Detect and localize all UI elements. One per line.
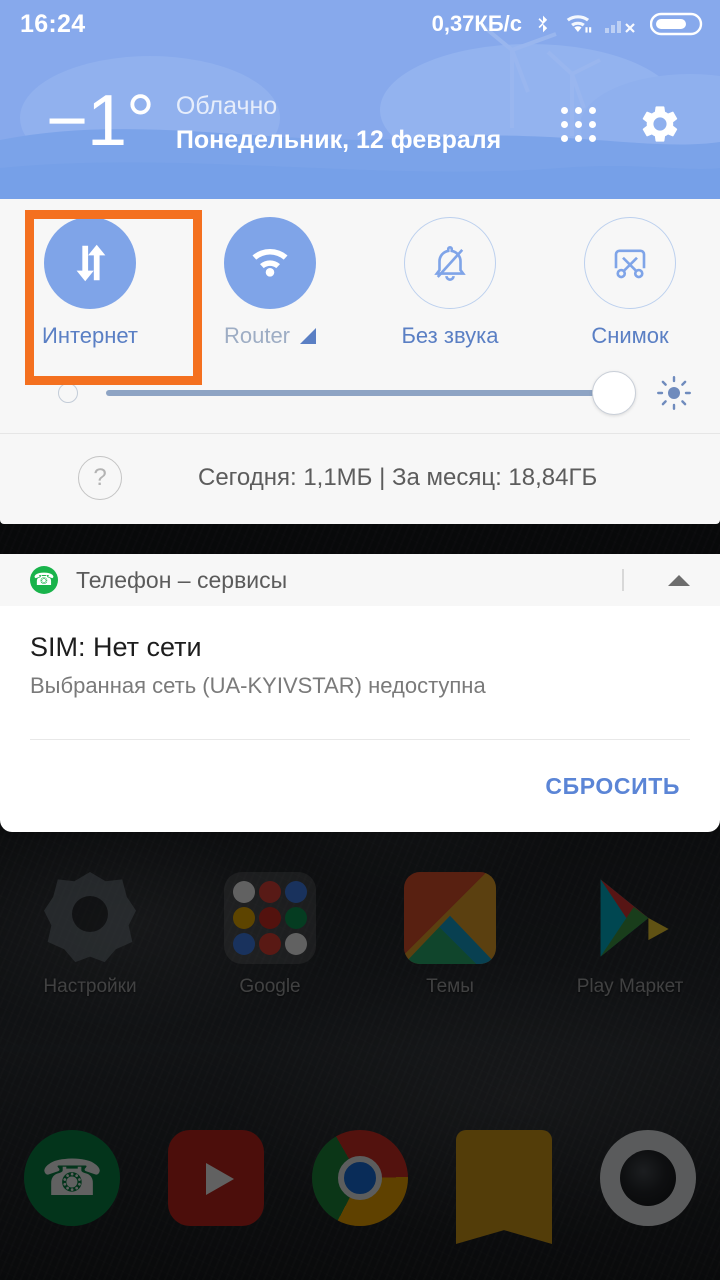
header-actions <box>561 102 682 146</box>
notification-app-name: Телефон – сервисы <box>76 566 288 593</box>
chevron-up-icon[interactable] <box>668 574 690 586</box>
brightness-slider-thumb[interactable] <box>592 371 636 415</box>
brightness-slider-row[interactable] <box>0 359 720 433</box>
reset-button[interactable]: СБРОСИТЬ <box>545 773 680 800</box>
wifi-icon <box>252 248 288 277</box>
quick-settings-tiles: Интернет Router Без звука Снимок <box>0 199 720 385</box>
bluetooth-icon <box>538 15 548 33</box>
weather-text-block: Облачно Понедельник, 12 февраля <box>176 90 561 158</box>
quick-settings-panel: Интернет Router Без звука Снимок ? Сегод… <box>0 199 720 524</box>
notification-card[interactable]: Телефон – сервисы SIM: Нет сети Выбранна… <box>0 554 720 832</box>
data-usage-text: Сегодня: 1,1МБ | За месяц: 18,84ГБ <box>198 464 598 491</box>
bell-off-icon <box>434 246 466 281</box>
data-transfer-arrows-icon <box>76 244 106 282</box>
weather-temperature: −1° <box>46 81 155 161</box>
weather-header-content: −1° Облачно Понедельник, 12 февраля <box>0 48 720 200</box>
phone-icon <box>30 566 58 594</box>
battery-icon <box>650 12 703 36</box>
brightness-slider-track[interactable] <box>106 371 636 415</box>
status-icons: 0,37КБ/c <box>432 10 704 38</box>
qs-tile-silent-label: Без звука <box>401 323 499 348</box>
network-speed-text: 0,37КБ/c <box>431 11 522 36</box>
signal-triangle-icon <box>300 328 317 344</box>
qs-tile-router-label: Router <box>223 323 317 349</box>
qs-tile-screenshot-label: Снимок <box>591 323 669 348</box>
gear-icon[interactable] <box>638 102 682 146</box>
status-time: 16:24 <box>20 9 86 38</box>
phone-screen: Настройки Google Темы Play М <box>0 0 720 1280</box>
qs-tile-screenshot[interactable]: Снимок <box>540 217 720 349</box>
qs-tile-internet-circle <box>44 217 136 309</box>
notification-header-divider <box>622 569 624 591</box>
qs-tile-router[interactable]: Router <box>180 217 360 349</box>
qs-tile-router-circle <box>224 217 316 309</box>
qs-tile-internet[interactable]: Интернет <box>0 217 180 349</box>
weather-date: Понедельник, 12 февраля <box>175 126 502 154</box>
question-mark-icon[interactable]: ? <box>78 456 122 500</box>
wifi-icon <box>566 15 592 33</box>
grid-dots-icon[interactable] <box>561 106 596 142</box>
brightness-low-icon <box>58 383 78 403</box>
weather-condition: Облачно <box>175 92 278 121</box>
notification-title: SIM: Нет сети <box>30 632 202 662</box>
qs-tile-silent-circle <box>404 217 496 309</box>
brightness-high-sun-icon <box>657 376 691 410</box>
qs-tile-internet-label: Интернет <box>42 323 138 348</box>
qs-tile-router-text: Router <box>223 323 291 348</box>
data-usage-row[interactable]: ? Сегодня: 1,1МБ | За месяц: 18,84ГБ <box>0 434 720 524</box>
cellular-signal-off-icon <box>605 21 635 33</box>
qs-tile-silent[interactable]: Без звука <box>360 217 540 349</box>
qs-tile-screenshot-circle <box>584 217 676 309</box>
notification-actions: СБРОСИТЬ <box>0 740 720 832</box>
screenshot-scissors-icon <box>614 249 646 279</box>
notification-body: SIM: Нет сети Выбранная сеть (UA-KYIVSTA… <box>0 606 720 717</box>
status-bar: 16:24 0,37КБ/c <box>0 0 720 48</box>
notification-subtitle: Выбранная сеть (UA-KYIVSTAR) недоступна <box>30 673 486 698</box>
notification-header[interactable]: Телефон – сервисы <box>0 554 720 606</box>
